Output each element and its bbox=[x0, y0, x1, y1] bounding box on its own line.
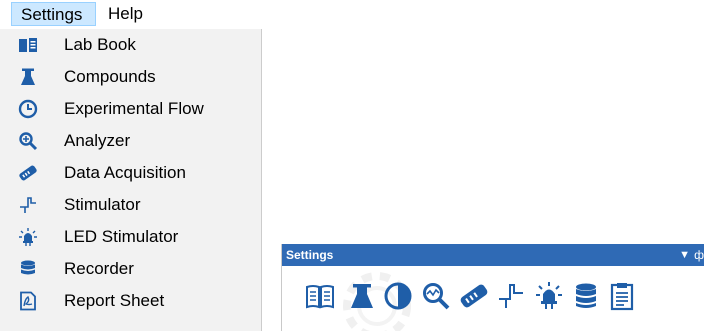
flask-icon bbox=[18, 67, 38, 87]
magnifier-icon[interactable] bbox=[421, 281, 451, 311]
panel-dropdown-button[interactable]: ▼ bbox=[679, 244, 690, 266]
menu-item-label: Report Sheet bbox=[64, 291, 165, 310]
acquisition-device-icon[interactable] bbox=[459, 281, 489, 311]
database-icon[interactable] bbox=[571, 281, 601, 311]
menu-item-label: LED Stimulator bbox=[64, 227, 179, 246]
clock-icon[interactable] bbox=[383, 281, 413, 311]
settings-panel: Settings ▼ ф bbox=[281, 244, 704, 331]
report-icon bbox=[18, 291, 38, 311]
menu-item-stimulator[interactable]: Stimulator bbox=[0, 189, 261, 221]
menu-settings[interactable]: Settings bbox=[11, 2, 96, 26]
menu-help[interactable]: Help bbox=[99, 2, 152, 26]
settings-toolbar bbox=[282, 266, 704, 331]
menu-item-label: Experimental Flow bbox=[64, 99, 204, 118]
pulse-icon bbox=[18, 195, 38, 215]
menu-item-label: Recorder bbox=[64, 259, 134, 278]
menu-item-compounds[interactable]: Compounds bbox=[0, 61, 261, 93]
acquisition-device-icon bbox=[18, 163, 38, 183]
panel-pin-button[interactable]: ф bbox=[694, 244, 704, 266]
menu-item-label: Analyzer bbox=[64, 131, 131, 150]
clipboard-icon[interactable] bbox=[607, 281, 637, 311]
menu-item-lab-book[interactable]: Lab Book bbox=[0, 29, 261, 61]
menu-item-label: Stimulator bbox=[64, 195, 141, 214]
menu-item-analyzer[interactable]: Analyzer bbox=[0, 125, 261, 157]
menu-item-label: Data Acquisition bbox=[64, 163, 186, 182]
panel-title: Settings bbox=[282, 244, 704, 266]
menu-item-data-acquisition[interactable]: Data Acquisition bbox=[0, 157, 261, 189]
menu-bar: Settings Help bbox=[0, 0, 262, 29]
clock-icon bbox=[18, 99, 38, 119]
pulse-icon[interactable] bbox=[496, 281, 526, 311]
menu-item-report-sheet[interactable]: Report Sheet bbox=[0, 285, 261, 317]
database-icon bbox=[18, 259, 38, 279]
lab-book-icon bbox=[18, 35, 38, 55]
menu-item-led-stimulator[interactable]: LED Stimulator bbox=[0, 221, 261, 253]
menu-item-recorder[interactable]: Recorder bbox=[0, 253, 261, 285]
menu-item-label: Lab Book bbox=[64, 35, 136, 54]
led-icon[interactable] bbox=[534, 281, 564, 311]
led-icon bbox=[18, 227, 38, 247]
flask-icon[interactable] bbox=[347, 281, 377, 311]
menu-item-experimental-flow[interactable]: Experimental Flow bbox=[0, 93, 261, 125]
settings-dropdown-menu: Lab Book Compounds Experimental Flow Ana… bbox=[0, 29, 262, 331]
magnifier-icon bbox=[18, 131, 38, 151]
menu-item-label: Compounds bbox=[64, 67, 156, 86]
lab-book-icon[interactable] bbox=[305, 281, 335, 311]
